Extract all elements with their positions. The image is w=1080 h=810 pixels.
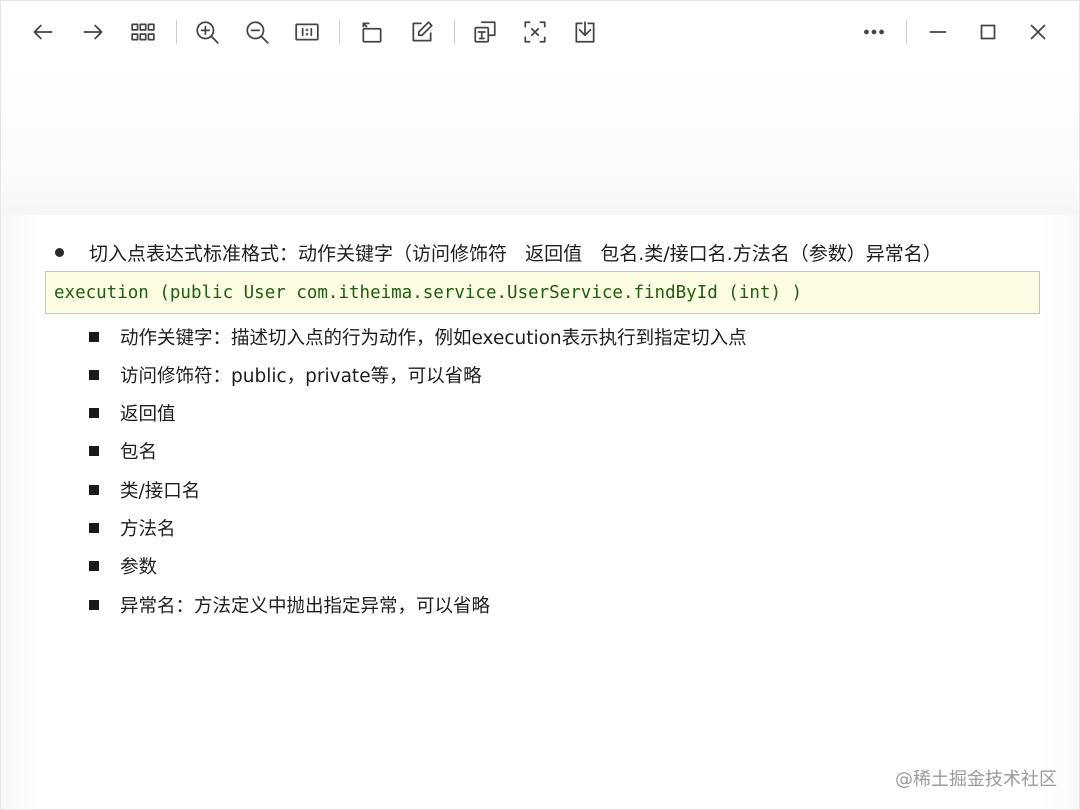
text-extract-button[interactable] (515, 12, 555, 52)
list-item-text: 方法名 (120, 519, 176, 540)
list-item-text: 动作关键字：描述切入点的行为动作，例如execution表示执行到指定切入点 (120, 328, 747, 349)
list-item: 参数 (89, 553, 157, 579)
minimize-icon (929, 31, 947, 33)
close-button[interactable] (1018, 12, 1058, 52)
more-button[interactable] (854, 12, 894, 52)
square-bullet (89, 446, 99, 456)
list-item: 类/接口名 (89, 477, 200, 503)
square-bullet (89, 485, 99, 495)
forward-button[interactable] (73, 12, 113, 52)
watermark: @稀土掘金技术社区 (895, 769, 1057, 790)
square-bullet (89, 408, 99, 418)
grid-view-icon (131, 23, 155, 41)
back-button[interactable] (23, 12, 63, 52)
maximize-icon (980, 24, 996, 40)
list-item: 访问修饰符：public，private等，可以省略 (89, 362, 482, 388)
main-bullet: 切入点表达式标准格式：动作关键字（访问修饰符 返回值 包名.类/接口名.方法名（… (53, 238, 942, 266)
list-item-text: 包名 (120, 442, 158, 463)
main-point-text: 切入点表达式标准格式：动作关键字（访问修饰符 返回值 包名.类/接口名.方法名（… (89, 242, 942, 265)
actual-size-icon (295, 23, 319, 41)
edit-button[interactable] (402, 12, 442, 52)
image-canvas-top (1, 63, 1079, 223)
image-viewer-window: 切入点表达式标准格式：动作关键字（访问修饰符 返回值 包名.类/接口名.方法名（… (0, 0, 1080, 810)
list-item-text: 类/接口名 (120, 481, 201, 502)
square-bullet (89, 370, 99, 380)
more-icon (864, 29, 884, 35)
toolbar-divider (454, 20, 455, 44)
list-item: 返回值 (89, 400, 176, 426)
translate-button[interactable] (465, 12, 505, 52)
code-text: execution (public User com.itheima.servi… (54, 282, 803, 303)
rotate-button[interactable] (352, 12, 392, 52)
list-item: 异常名：方法定义中抛出指定异常，可以省略 (89, 592, 490, 618)
list-item: 方法名 (89, 515, 176, 541)
text-extract-icon (524, 21, 546, 43)
download-icon (575, 21, 595, 43)
list-item-text: 访问修饰符：public，private等，可以省略 (120, 366, 482, 387)
code-block: execution (public User com.itheima.servi… (45, 271, 1040, 314)
list-item: 包名 (89, 438, 157, 464)
square-bullet (89, 523, 99, 533)
toolbar-divider (906, 20, 907, 44)
list-item-text: 异常名：方法定义中抛出指定异常，可以省略 (120, 596, 491, 617)
toolbar-divider (176, 20, 177, 44)
minimize-button[interactable] (918, 12, 958, 52)
square-bullet (89, 332, 99, 342)
zoom-in-button[interactable] (187, 12, 227, 52)
translate-icon (474, 21, 496, 43)
download-button[interactable] (565, 12, 605, 52)
square-bullet (89, 600, 99, 610)
toolbar (1, 1, 1079, 63)
back-arrow-icon (33, 24, 53, 40)
square-bullet (89, 561, 99, 571)
bullet-dot (55, 247, 64, 257)
list-item-text: 参数 (120, 557, 158, 578)
toolbar-divider (339, 20, 340, 44)
close-icon (1030, 24, 1046, 40)
zoom-in-icon (196, 21, 219, 44)
zoom-out-icon (246, 21, 269, 44)
actual-size-button[interactable] (287, 12, 327, 52)
zoom-out-button[interactable] (237, 12, 277, 52)
grid-view-button[interactable] (123, 12, 163, 52)
list-item-text: 返回值 (120, 404, 176, 425)
edit-icon (412, 21, 433, 42)
maximize-button[interactable] (968, 12, 1008, 52)
rotate-icon (362, 22, 382, 43)
list-item: 动作关键字：描述切入点的行为动作，例如execution表示执行到指定切入点 (89, 324, 747, 350)
forward-arrow-icon (83, 24, 103, 40)
